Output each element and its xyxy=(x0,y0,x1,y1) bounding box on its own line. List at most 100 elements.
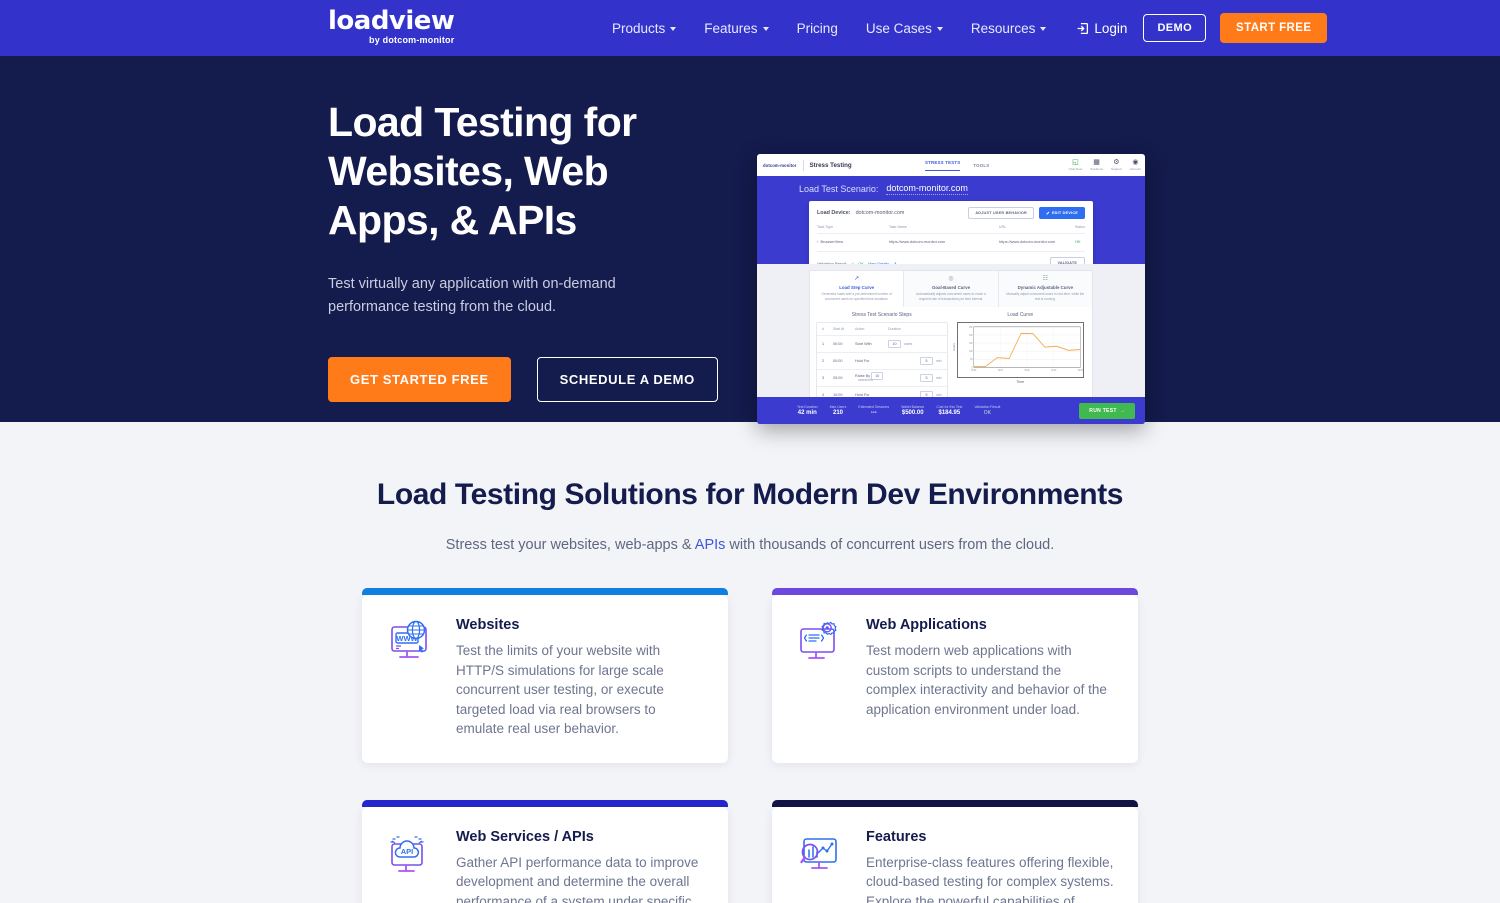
steps-table-row[interactable]: 1 00:00 Start With 10 users xyxy=(817,335,947,352)
chevron-down-icon xyxy=(936,27,943,31)
svg-text:50: 50 xyxy=(970,359,973,361)
svg-text:40:00: 40:00 xyxy=(1077,370,1083,372)
step-duration-input[interactable]: 5 xyxy=(920,374,934,383)
card-websites[interactable]: WWW Websites Test the limits of your web… xyxy=(362,588,728,763)
table-row[interactable]: › BrowserView https://www.dotcom-monitor… xyxy=(817,233,1085,249)
load-curve-column: Load Curve 0 50 100 150 200 250 00:00 10:00 20:0… xyxy=(951,312,1087,404)
demo-button[interactable]: DEMO xyxy=(1143,14,1207,42)
gear-glyph: ⚙ xyxy=(1113,159,1120,166)
nav-item-pricing[interactable]: Pricing xyxy=(783,21,852,36)
step-unit: users/min xyxy=(858,378,873,383)
step-action: Hold For xyxy=(855,359,870,364)
nav-item-features[interactable]: Features xyxy=(690,21,782,36)
card-web-services-apis-desc: Gather API performance data to improve d… xyxy=(456,854,699,903)
cell-status: OK xyxy=(1075,239,1081,244)
steps-table-row[interactable]: 3 05:00 Raise By 10 users/min 5 min xyxy=(817,369,947,386)
steps-panel-title: Stress Test Scenario Steps xyxy=(851,312,912,319)
step-num: 3 xyxy=(822,376,825,381)
hero-section: Load Testing for Websites, Web Apps, & A… xyxy=(0,56,1500,424)
step-value-input[interactable]: 10 xyxy=(888,340,901,349)
nav-item-products[interactable]: Products xyxy=(598,21,690,36)
card-web-services-apis-title: Web Services / APIs xyxy=(456,828,594,845)
step-duration-input[interactable]: 5 xyxy=(920,357,934,366)
chevron-down-icon xyxy=(762,27,769,31)
stat-value: $184.95 xyxy=(938,410,961,416)
card-web-applications[interactable]: Web Applications Test modern web applica… xyxy=(772,588,1138,763)
stat-estimated-sessions: Estimated Sessions --- xyxy=(858,405,889,416)
get-started-free-button[interactable]: GET STARTED FREE xyxy=(328,357,511,402)
solutions-sub-before: Stress test your websites, web-apps & xyxy=(445,537,695,553)
stat-max-users: Max Users 210 xyxy=(830,405,847,416)
stat-label: Estimated Sessions xyxy=(858,405,890,409)
login-label: Login xyxy=(1094,20,1128,36)
step-start-at: 05:00 xyxy=(833,376,843,381)
stat-value: 210 xyxy=(832,410,843,416)
solutions-icon[interactable]: ▦ Solutions xyxy=(1090,159,1103,171)
nav-item-features-label: Features xyxy=(704,20,758,36)
run-test-button[interactable]: RUN TEST → xyxy=(1079,402,1135,419)
nav-item-resources[interactable]: Resources xyxy=(957,21,1061,36)
start-free-button[interactable]: START FREE xyxy=(1220,13,1328,43)
card-web-services-apis[interactable]: API Web Services / APIs Gather API perfo… xyxy=(362,799,728,903)
step-unit: users xyxy=(904,342,913,347)
dashboard-tab-tools[interactable]: TOOLS xyxy=(973,163,989,168)
stat-label: Wallet Balance xyxy=(901,405,925,409)
dashboard-tab-stress-tests[interactable]: STRESS TESTS xyxy=(925,160,961,171)
curve-tab-dynamic[interactable]: ☷ Dynamic Adjustable Curve Manually adju… xyxy=(998,271,1092,308)
col-task-name: Task Name xyxy=(888,225,907,229)
login-link[interactable]: Login xyxy=(1060,21,1139,36)
steps-table-row[interactable]: 2 00:00 Hold For 5 min xyxy=(817,352,947,369)
chat-now-icon[interactable]: ◱ Chat Now xyxy=(1069,159,1083,171)
step-start-at: 00:00 xyxy=(833,359,843,364)
monitor-api-cloud-icon: API xyxy=(386,829,438,903)
dashboard-tabs: STRESS TESTS TOOLS xyxy=(925,154,989,176)
curve-config-panel: ↗ Load Step Curve Generates loads with a… xyxy=(809,270,1093,406)
goal-based-curve-icon: ◎ xyxy=(948,276,954,282)
step-value-input[interactable]: 10 xyxy=(871,372,884,381)
load-device-header: Load Device: dotcom-monitor.com ADJUST U… xyxy=(817,207,1085,219)
col-task-type: Task Type xyxy=(817,225,834,229)
logo-tagline: by dotcom-monitor xyxy=(369,35,455,45)
stat-value: 42 min xyxy=(797,410,817,416)
curve-type-tabs: ↗ Load Step Curve Generates loads with a… xyxy=(810,271,1092,308)
step-action: Raise By 10 users/min xyxy=(855,372,888,383)
stat-test-duration: Test Duration 42 min xyxy=(797,405,818,416)
col-url: URL xyxy=(998,225,1007,229)
cell-url: https://www.dotcom-monitor.com xyxy=(999,239,1056,244)
schedule-a-demo-button[interactable]: SCHEDULE A DEMO xyxy=(536,357,718,402)
curve-tab-load-step[interactable]: ↗ Load Step Curve Generates loads with a… xyxy=(810,271,905,308)
stat-value: OK xyxy=(983,410,991,416)
load-curve-svg: 05010015020025000:00 10:00 20:00 30:00 40:00 xyxy=(969,326,1083,372)
nav-item-use-cases[interactable]: Use Cases xyxy=(852,21,957,36)
card-web-applications-desc: Test modern web applications with custom… xyxy=(866,643,1107,717)
nav-item-use-cases-label: Use Cases xyxy=(865,20,932,36)
edit-device-label: EDIT DEVICE xyxy=(1051,211,1078,215)
adjust-user-behavior-button[interactable]: ADJUST USER BEHAVIOR xyxy=(968,207,1034,219)
col-duration: Duration xyxy=(888,327,901,332)
stat-validation-result: Validation Result OK xyxy=(974,405,1000,416)
load-curve-title: Load Curve xyxy=(1007,312,1034,319)
support-gear-icon[interactable]: ⚙ Support xyxy=(1111,159,1122,171)
nav-item-pricing-label: Pricing xyxy=(796,20,838,36)
steps-table: # Start At Action Duration 1 00:00 Start… xyxy=(816,322,948,405)
account-icon[interactable]: ◉ Account xyxy=(1130,159,1141,171)
dashboard-topbar-icons: ◱ Chat Now ▦ Solutions ⚙ Support ◉ Accou… xyxy=(1069,159,1141,171)
load-curve-xlabel: Time xyxy=(1016,380,1025,385)
apis-link[interactable]: APIs xyxy=(695,537,726,553)
card-web-applications-title: Web Applications xyxy=(866,617,987,633)
svg-text:250: 250 xyxy=(969,327,973,329)
panel-lower: Stress Test Scenario Steps # Start At Ac… xyxy=(810,307,1092,405)
solutions-sub-after: with thousands of concurrent users from … xyxy=(725,537,1055,553)
edit-device-button[interactable]: EDIT DEVICE xyxy=(1038,207,1085,219)
site-logo[interactable]: loadview by dotcom-monitor xyxy=(328,8,455,45)
curve-tab-goal-based[interactable]: ◎ Goal-Based Curve Automatically adjusts… xyxy=(904,271,999,308)
step-duration-unit: min xyxy=(936,359,942,364)
load-curve-chart: 0 50 100 150 200 250 00:00 10:00 20:00 30:00 40:00… xyxy=(951,322,1084,379)
curve-tab-dynamic-desc: Manually adjust concurrent users in real… xyxy=(1006,292,1085,301)
curve-tab-load-step-desc: Generates loads with a pre-determined nu… xyxy=(821,292,892,301)
step-duration-group: 5 min xyxy=(920,374,942,383)
cell-task-name: https://www.dotcom-monitor.com xyxy=(889,239,946,244)
stat-label: Test Duration xyxy=(797,405,818,409)
scenario-value[interactable]: dotcom-monitor.com xyxy=(886,183,968,195)
card-features[interactable]: Features Enterprise-class features offer… xyxy=(772,799,1138,903)
